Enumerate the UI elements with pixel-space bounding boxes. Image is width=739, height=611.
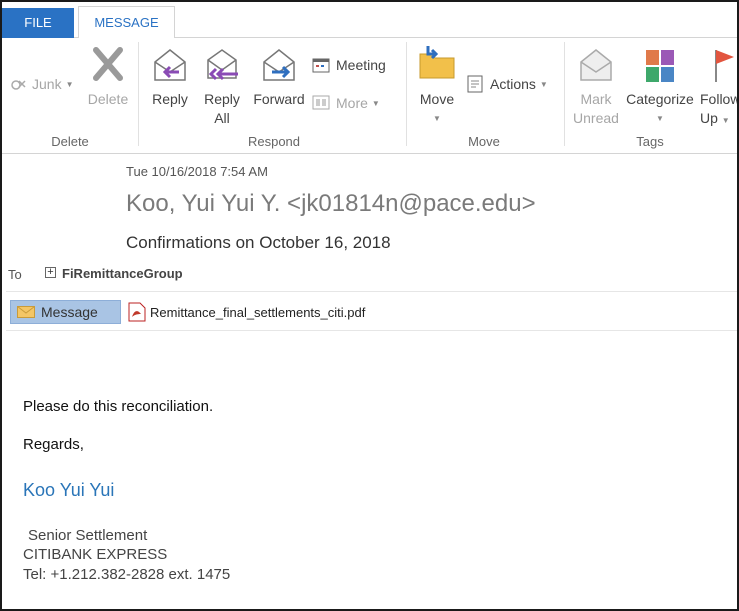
email-sender[interactable]: Koo, Yui Yui Y. <jk01814n@pace.edu> bbox=[126, 190, 536, 218]
categorize-button[interactable]: Categorize ▼ bbox=[624, 46, 696, 128]
group-label-move: Move bbox=[468, 134, 500, 149]
attachment[interactable]: Remittance_final_settlements_citi.pdf bbox=[128, 302, 365, 322]
to-label: To bbox=[8, 267, 22, 282]
tab-file[interactable]: FILE bbox=[2, 8, 74, 38]
expand-group-icon[interactable]: + bbox=[45, 267, 56, 278]
attachment-name: Remittance_final_settlements_citi.pdf bbox=[150, 304, 366, 320]
group-divider bbox=[406, 42, 407, 146]
forward-icon bbox=[260, 46, 298, 84]
folder-move-icon bbox=[418, 44, 456, 82]
chevron-down-icon: ▼ bbox=[65, 79, 74, 89]
meeting-icon bbox=[312, 56, 332, 74]
to-recipient[interactable]: FiRemittanceGroup bbox=[62, 266, 183, 281]
categorize-label: Categorize bbox=[626, 91, 694, 107]
reply-all-label-line1: Reply bbox=[204, 91, 240, 107]
chevron-down-icon: ▼ bbox=[656, 114, 664, 123]
email-date: Tue 10/16/2018 7:54 AM bbox=[126, 164, 268, 179]
mark-unread-button[interactable]: Mark Unread bbox=[572, 46, 620, 128]
envelope-icon bbox=[17, 306, 35, 318]
reply-icon bbox=[151, 46, 189, 84]
move-button[interactable]: Move ▼ bbox=[414, 44, 460, 128]
reply-all-label-line2: All bbox=[214, 110, 230, 126]
forward-button[interactable]: Forward bbox=[250, 46, 308, 109]
tab-message[interactable]: MESSAGE bbox=[78, 6, 175, 39]
meeting-label: Meeting bbox=[336, 57, 386, 73]
junk-icon bbox=[10, 76, 28, 92]
reply-label: Reply bbox=[152, 91, 188, 107]
signature-company: CITIBANK EXPRESS bbox=[23, 546, 168, 563]
delete-icon bbox=[90, 46, 126, 82]
group-divider bbox=[564, 42, 565, 146]
actions-icon bbox=[466, 75, 486, 93]
junk-button[interactable]: Junk ▼ bbox=[10, 76, 74, 92]
flag-icon bbox=[710, 46, 737, 84]
move-label: Move bbox=[419, 91, 455, 107]
email-window: FILE MESSAGE Junk ▼ Delete Delete Reply bbox=[0, 0, 739, 611]
group-label-tags: Tags bbox=[636, 134, 664, 149]
meeting-button[interactable]: Meeting bbox=[312, 56, 386, 74]
body-text: Regards, bbox=[23, 436, 84, 453]
group-label-delete: Delete bbox=[51, 134, 89, 149]
ribbon: Junk ▼ Delete Delete Reply Reply All For… bbox=[2, 38, 737, 154]
follow-up-label-line2: Up ▼ bbox=[700, 110, 730, 126]
forward-label: Forward bbox=[253, 91, 305, 107]
signature-name: Koo Yui Yui bbox=[23, 480, 115, 500]
signature-tel: Tel: +1.212.382-2828 ext. 1475 bbox=[23, 566, 231, 583]
message-tab-label: Message bbox=[41, 304, 98, 320]
actions-button[interactable]: Actions ▼ bbox=[466, 75, 548, 93]
message-tab[interactable]: Message bbox=[10, 300, 121, 324]
follow-up-button[interactable]: Follow Up ▼ bbox=[700, 46, 739, 130]
reply-button[interactable]: Reply bbox=[148, 46, 192, 109]
email-subject: Confirmations on October 16, 2018 bbox=[126, 233, 391, 252]
mark-unread-label-line2: Unread bbox=[573, 110, 619, 126]
body-text: Please do this reconciliation. bbox=[23, 398, 214, 415]
divider bbox=[6, 291, 737, 292]
divider bbox=[6, 330, 737, 331]
chevron-down-icon: ▼ bbox=[433, 114, 441, 123]
more-label: More bbox=[336, 95, 368, 111]
chevron-down-icon: ▼ bbox=[539, 79, 548, 89]
actions-label: Actions bbox=[490, 76, 536, 92]
reply-all-button[interactable]: Reply All bbox=[198, 46, 246, 128]
chevron-down-icon: ▼ bbox=[371, 98, 380, 108]
mark-unread-icon bbox=[577, 46, 615, 84]
more-icon bbox=[312, 94, 332, 112]
signature-title: Senior Settlement bbox=[28, 527, 148, 544]
delete-button[interactable]: Delete bbox=[84, 46, 132, 109]
tab-bar: FILE MESSAGE bbox=[2, 2, 737, 39]
reply-all-icon bbox=[202, 46, 242, 84]
categorize-icon bbox=[644, 46, 676, 84]
follow-up-label-line1: Follow bbox=[700, 91, 739, 107]
delete-label: Delete bbox=[87, 91, 129, 107]
group-divider bbox=[138, 42, 139, 146]
mark-unread-label-line1: Mark bbox=[580, 91, 612, 107]
junk-label: Junk bbox=[32, 76, 62, 92]
more-button[interactable]: More ▼ bbox=[312, 94, 380, 112]
pdf-icon bbox=[128, 302, 146, 322]
group-label-respond: Respond bbox=[247, 134, 301, 149]
